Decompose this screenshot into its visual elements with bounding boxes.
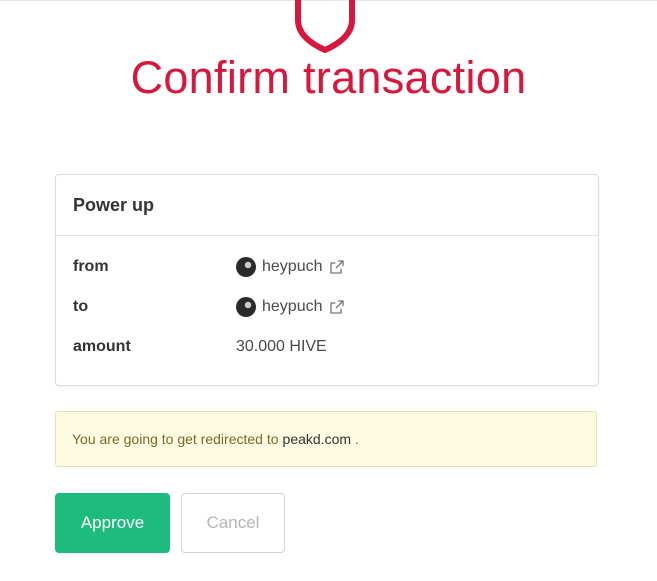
card-header: Power up: [56, 175, 598, 236]
approve-button[interactable]: Approve: [55, 493, 170, 553]
redirect-notice: You are going to get redirected to peakd…: [55, 411, 597, 467]
from-account[interactable]: heypuch: [262, 258, 323, 276]
from-label: from: [73, 258, 109, 275]
transaction-card: Power up from heypuch to heypuch amount: [55, 174, 599, 386]
to-label: to: [73, 298, 89, 315]
avatar: [236, 257, 256, 277]
page-title: Confirm transaction: [130, 52, 527, 103]
amount-value: 30.000 HIVE: [236, 338, 327, 355]
from-value[interactable]: heypuch: [236, 257, 345, 277]
notice-domain: peakd.com: [282, 431, 352, 447]
to-value[interactable]: heypuch: [236, 297, 345, 317]
to-row: to heypuch: [73, 295, 583, 319]
cancel-button[interactable]: Cancel: [181, 493, 285, 553]
amount-label: amount: [73, 338, 131, 355]
avatar: [236, 297, 256, 317]
amount-row: amount 30.000 HIVE: [73, 335, 583, 359]
shield-icon: [295, 0, 355, 53]
operation-title: Power up: [73, 194, 155, 215]
notice-text: You are going to get redirected to: [72, 431, 279, 447]
to-account[interactable]: heypuch: [262, 298, 323, 316]
from-row: from heypuch: [73, 255, 583, 279]
external-link-icon[interactable]: [329, 299, 345, 315]
external-link-icon[interactable]: [329, 259, 345, 275]
notice-suffix: .: [355, 431, 359, 447]
